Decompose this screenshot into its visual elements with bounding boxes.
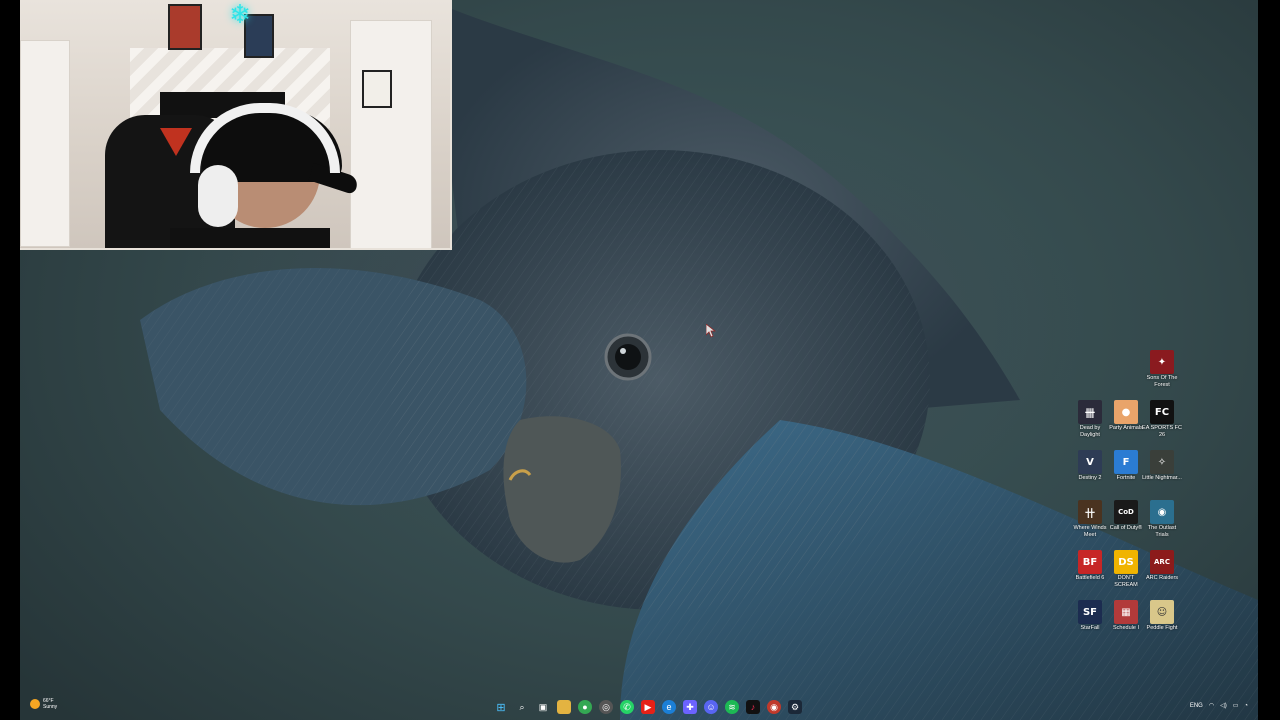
file-explorer-button[interactable] [557, 700, 571, 714]
starfall-icon: SF [1078, 600, 1102, 624]
desktop-screen: ❄ ✦ Sons Of The Forest 卌 Dead by Dayligh… [20, 0, 1258, 720]
volume-icon[interactable]: ◁) [1220, 702, 1227, 709]
desktop-icon-schedule-1[interactable]: ▦ Schedule I [1106, 600, 1146, 648]
start-button[interactable]: ⊞ [494, 700, 508, 714]
desktop-icon-little-nightmares[interactable]: ✧ Little Nightmar... [1142, 450, 1182, 498]
arc-raiders-icon: ARC [1150, 550, 1174, 574]
ea-sports-fc-icon: FC [1150, 400, 1174, 424]
battery-icon[interactable]: ▭ [1233, 702, 1239, 709]
language-indicator[interactable]: ENG [1190, 703, 1203, 709]
youtube-icon: ▶ [644, 701, 652, 712]
app-icon: ✚ [686, 701, 694, 712]
tiktok-button[interactable]: ♪ [746, 700, 760, 714]
whatsapp-icon: ✆ [623, 701, 631, 712]
wifi-icon[interactable]: ◠ [1209, 702, 1214, 709]
start-icon: ⊞ [496, 701, 506, 714]
taskbar: 66°F Sunny ⊞ ⌕ ▣ ● ◎ ✆ ▶ e ✚ ☺ ≋ ♪ ◉ ⚙ E… [20, 696, 1258, 720]
outlast-trials-icon: ◉ [1150, 500, 1174, 524]
sons-of-the-forest-icon: ✦ [1150, 350, 1174, 374]
app-button[interactable]: ✚ [683, 700, 697, 714]
weather-widget[interactable]: 66°F Sunny [30, 698, 57, 710]
fortnite-icon: F [1114, 450, 1138, 474]
desktop-icon-outlast-trials[interactable]: ◉ The Outlast Trials [1142, 500, 1182, 548]
edge-icon: e [666, 702, 672, 712]
discord-icon: ☺ [706, 702, 716, 712]
screen-recorder-icon: ◉ [770, 701, 778, 712]
desktop-icon-dont-scream[interactable]: DS DON'T SCREAM [1106, 550, 1146, 598]
discord-button[interactable]: ☺ [704, 700, 718, 714]
task-view-button[interactable]: ▣ [536, 700, 550, 714]
spotify-button[interactable]: ≋ [725, 700, 739, 714]
system-tray: ENG ◠ ◁) ▭ ◔ [1190, 702, 1248, 710]
task-view-icon: ▣ [538, 701, 548, 712]
dead-by-daylight-icon: 卌 [1078, 400, 1102, 424]
desktop-icon-ea-sports-fc[interactable]: FC EA SPORTS FC 26 [1142, 400, 1182, 448]
obs-button[interactable]: ◎ [599, 700, 613, 714]
tiktok-icon: ♪ [750, 702, 756, 712]
party-animals-icon: ● [1114, 400, 1138, 424]
desktop-icon-starfall[interactable]: SF StarFall [1070, 600, 1110, 648]
edge-button[interactable]: e [662, 700, 676, 714]
little-nightmares-icon: ✧ [1150, 450, 1174, 474]
search-icon: ⌕ [519, 701, 525, 712]
desktop-icon-peddle-fight[interactable]: ☺ Peddle Fight [1142, 600, 1182, 648]
screen-recorder-button[interactable]: ◉ [767, 700, 781, 714]
where-winds-meet-icon: 卄 [1078, 500, 1102, 524]
desktop-icon-sons-of-the-forest[interactable]: ✦ Sons Of The Forest [1142, 350, 1182, 398]
spotify-icon: ≋ [728, 701, 736, 712]
desktop-icon-dead-by-daylight[interactable]: 卌 Dead by Daylight [1070, 400, 1110, 448]
call-of-duty-icon: CoD [1114, 500, 1138, 524]
whatsapp-button[interactable]: ✆ [620, 700, 634, 714]
destiny-2-icon: Ⅴ [1078, 450, 1102, 474]
dont-scream-icon: DS [1114, 550, 1138, 574]
sun-icon [30, 699, 40, 709]
weather-condition: Sunny [43, 704, 58, 710]
peddle-fight-icon: ☺ [1150, 600, 1174, 624]
youtube-button[interactable]: ▶ [641, 700, 655, 714]
webcam-overlay: ❄ [20, 0, 452, 250]
desktop-icon-party-animals[interactable]: ● Party Animals [1106, 400, 1146, 448]
desktop-icon-fortnite[interactable]: F Fortnite [1106, 450, 1146, 498]
obs-icon: ◎ [602, 701, 610, 712]
notification-icon[interactable]: ◔ [1244, 703, 1248, 709]
battlefield-6-icon: BF [1078, 550, 1102, 574]
chrome-icon: ● [582, 702, 588, 712]
desktop-icon-call-of-duty[interactable]: CoD Call of Duty® [1106, 500, 1146, 548]
search-button[interactable]: ⌕ [515, 700, 529, 714]
steam-button[interactable]: ⚙ [788, 700, 802, 714]
desktop-icon-arc-raiders[interactable]: ARC ARC Raiders [1142, 550, 1182, 598]
steam-icon: ⚙ [790, 701, 800, 712]
desktop-icon-destiny-2[interactable]: Ⅴ Destiny 2 [1070, 450, 1110, 498]
chrome-button[interactable]: ● [578, 700, 592, 714]
schedule-1-icon: ▦ [1114, 600, 1138, 624]
desktop-icon-battlefield-6[interactable]: BF Battlefield 6 [1070, 550, 1110, 598]
desktop-icon-where-winds-meet[interactable]: 卄 Where Winds Meet [1070, 500, 1110, 548]
mouse-cursor-icon [706, 324, 716, 338]
